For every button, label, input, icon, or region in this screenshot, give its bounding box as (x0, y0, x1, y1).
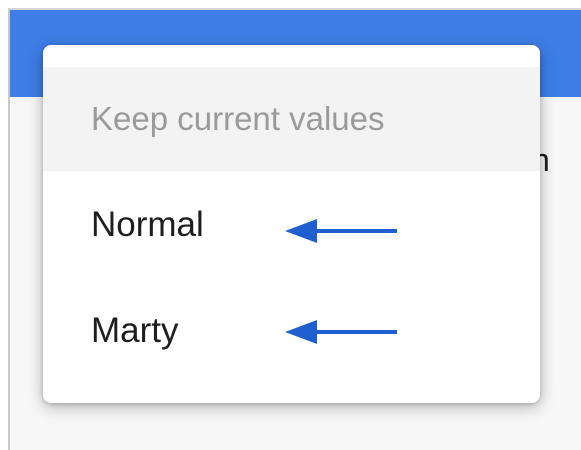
arrow-left-icon (285, 219, 397, 243)
menu-item-label: Keep current values (91, 100, 385, 137)
menu-item-label: Marty (91, 311, 179, 350)
menu-item-label: Normal (91, 205, 204, 244)
menu-item-keep-current-values: Keep current values (43, 67, 540, 171)
arrow-left-icon (285, 320, 397, 344)
